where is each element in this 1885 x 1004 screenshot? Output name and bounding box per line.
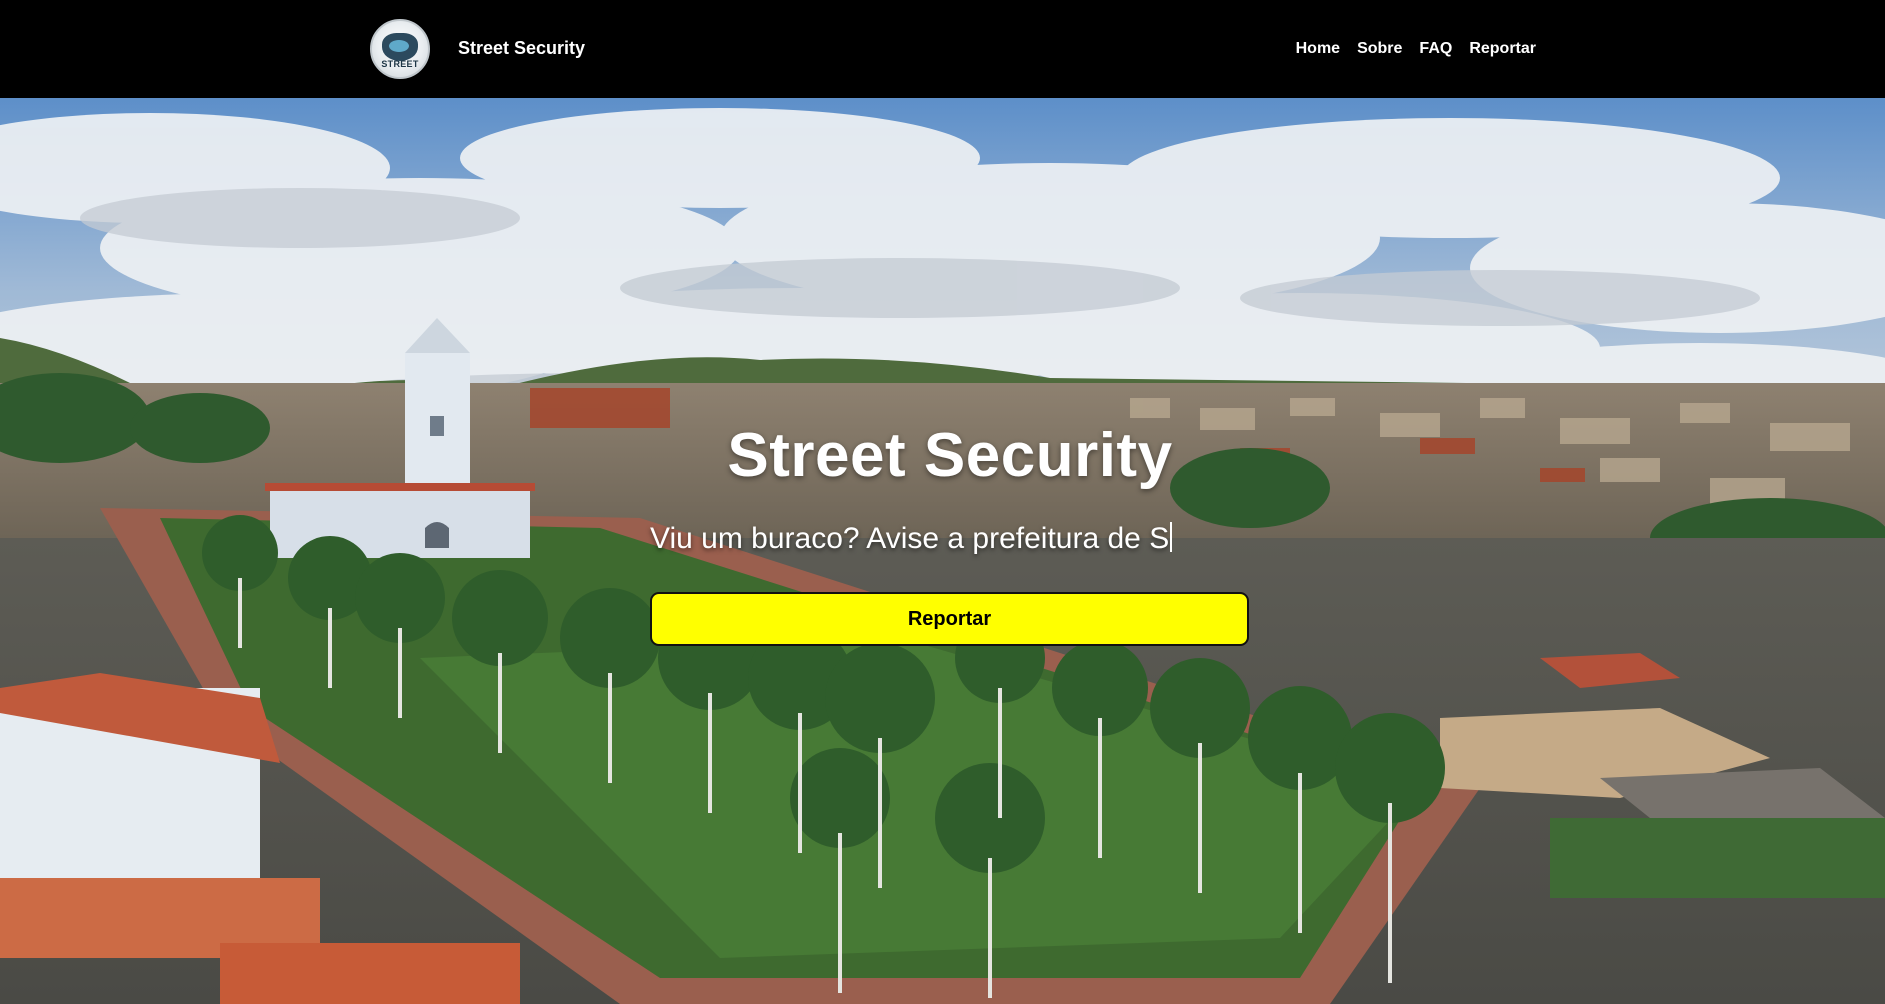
logo-icon[interactable]: STREET — [370, 19, 430, 79]
nav-link-faq[interactable]: FAQ — [1419, 40, 1452, 58]
nav-link-reportar[interactable]: Reportar — [1469, 40, 1536, 58]
nav-link-sobre[interactable]: Sobre — [1357, 40, 1402, 58]
logo-pothole-graphic — [382, 33, 418, 61]
logo-text: STREET — [381, 59, 419, 69]
report-button[interactable]: Reportar — [650, 592, 1249, 646]
hero-typed-value: Viu um buraco? Avise a prefeitura de S — [650, 522, 1170, 555]
nav-links: Home Sobre FAQ Reportar — [1279, 40, 1536, 58]
top-navbar: STREET Street Security Home Sobre FAQ Re… — [0, 0, 1885, 98]
nav-link-home[interactable]: Home — [1296, 40, 1340, 58]
hero-section: Street Security Viu um buraco? Avise a p… — [0, 98, 1885, 1004]
hero-typed-text: Viu um buraco? Avise a prefeitura de S — [650, 522, 1173, 556]
brand-name[interactable]: Street Security — [458, 38, 585, 59]
typing-caret — [1170, 522, 1173, 552]
hero-title: Street Security — [727, 421, 1173, 490]
